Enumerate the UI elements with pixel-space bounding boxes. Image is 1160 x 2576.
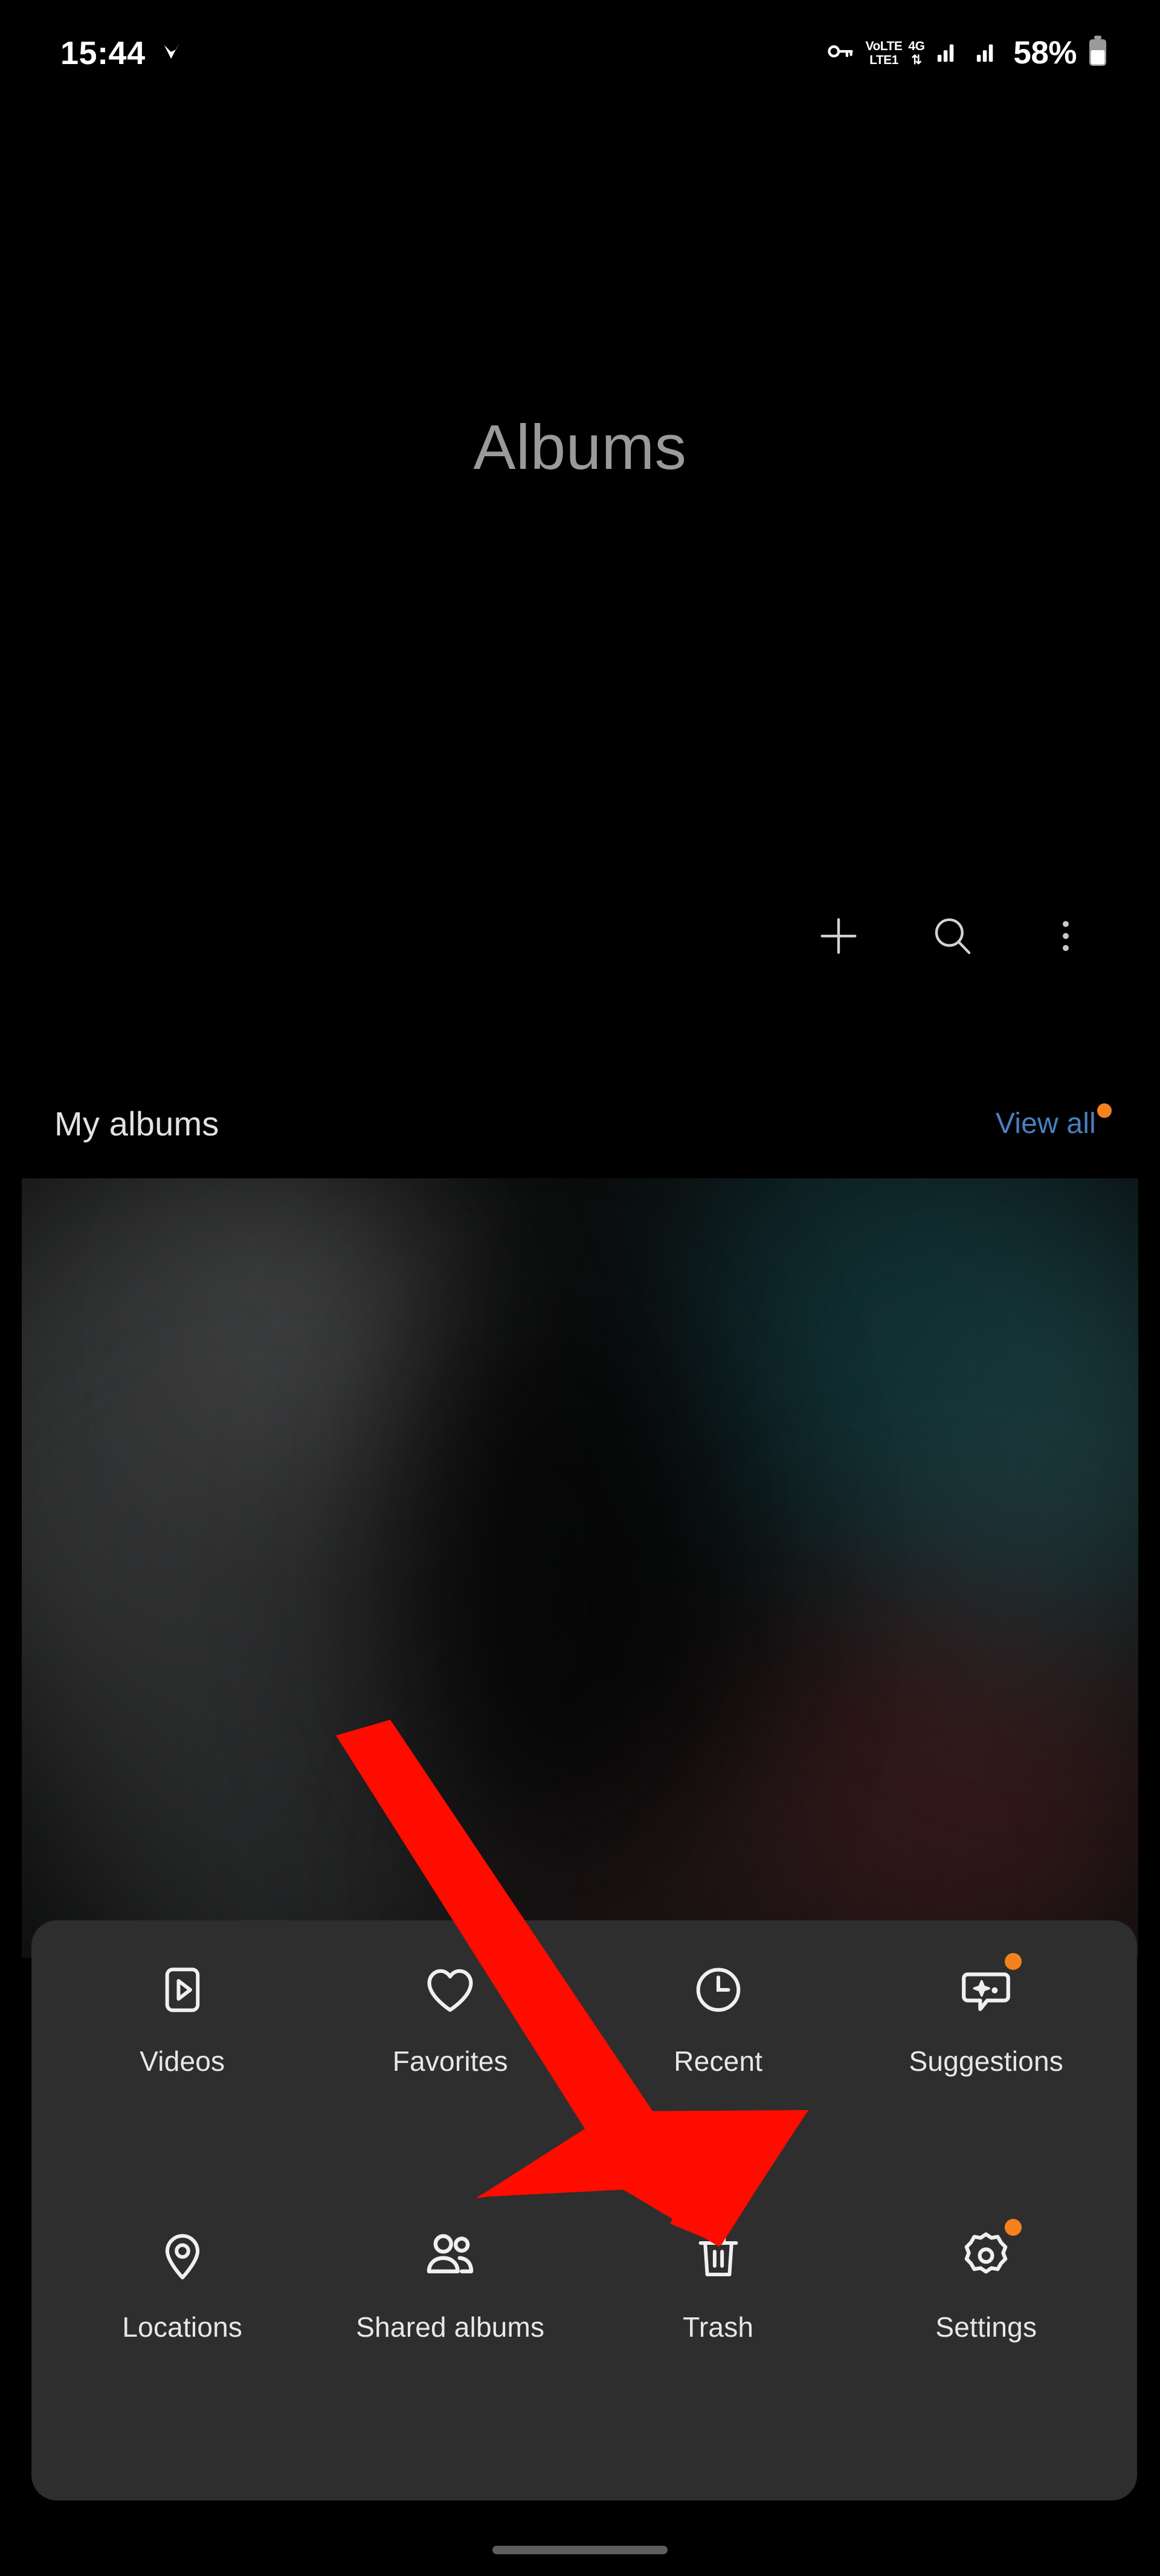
battery-icon: [1087, 34, 1109, 71]
heart-icon: [417, 1957, 483, 2023]
menu-item-label: Trash: [683, 2311, 754, 2343]
menu-item-label: Suggestions: [909, 2045, 1063, 2077]
preview-blob: [203, 1202, 457, 1456]
menu-item-favorites[interactable]: Favorites: [317, 1957, 585, 2223]
menu-item-settings[interactable]: Settings: [852, 2219, 1121, 2476]
home-gesture-pill[interactable]: [492, 2546, 668, 2554]
preview-blob: [396, 1275, 710, 1879]
menu-item-label: Videos: [140, 2045, 225, 2077]
gear-icon: [953, 2219, 1022, 2289]
status-bar-left: 15:44: [60, 37, 184, 69]
view-all-badge-dot: [1097, 1103, 1112, 1118]
toolbar: [811, 909, 1094, 965]
status-bar: 15:44 VoLTE LTE1 4G ⇅ 58%: [0, 0, 1160, 106]
people-icon: [417, 2223, 483, 2289]
network-type-label: 4G: [908, 39, 925, 53]
menu-item-label: Favorites: [392, 2045, 508, 2077]
volte-bottom-label: LTE1: [869, 53, 898, 67]
plus-icon: [813, 911, 864, 964]
map-pin-icon: [149, 2223, 216, 2289]
search-button[interactable]: [924, 909, 980, 965]
settings-badge-dot: [1005, 2219, 1022, 2236]
volte-indicator: VoLTE LTE1: [866, 40, 903, 66]
battery-percent-label: 58%: [1013, 35, 1077, 71]
menu-item-recent[interactable]: Recent: [584, 1957, 852, 2223]
menu-item-shared-albums[interactable]: Shared albums: [317, 2223, 585, 2476]
phone-screen: 15:44 VoLTE LTE1 4G ⇅ 58% Albums My albu…: [0, 0, 1160, 2576]
view-all-label: View all: [995, 1107, 1096, 1140]
three-dot-menu-icon: [1045, 915, 1087, 960]
signal-bars-icon: [974, 37, 1003, 68]
status-bar-right: VoLTE LTE1 4G ⇅ 58%: [824, 34, 1109, 71]
data-arrows-label: ⇅: [911, 53, 922, 67]
section-header: My albums View all: [0, 1089, 1160, 1157]
page-title: Albums: [473, 412, 687, 483]
menu-item-suggestions[interactable]: Suggestions: [852, 1953, 1121, 2223]
search-icon: [928, 912, 976, 963]
menu-item-videos[interactable]: Videos: [48, 1957, 317, 2223]
menu-item-label: Locations: [122, 2311, 243, 2343]
more-options-button[interactable]: [1038, 909, 1094, 965]
suggestion-bubble-icon: [953, 1953, 1022, 2023]
signal-bars-icon: [935, 37, 964, 68]
menu-item-label: Settings: [935, 2311, 1037, 2343]
trash-icon: [685, 2223, 752, 2289]
menu-grid: Videos Favorites Recent Suggestions Loca…: [31, 1920, 1137, 2500]
menu-item-trash[interactable]: Trash: [584, 2223, 852, 2476]
menu-item-locations[interactable]: Locations: [48, 2223, 317, 2476]
section-title: My albums: [54, 1104, 219, 1143]
clock-icon: [685, 1957, 752, 2023]
volte-top-label: VoLTE: [865, 39, 903, 53]
suggestions-badge-dot: [1005, 1953, 1022, 1970]
status-time: 15:44: [60, 34, 146, 71]
bottom-sheet-menu: Videos Favorites Recent Suggestions Loca…: [31, 1920, 1137, 2500]
menu-item-label: Recent: [674, 2045, 763, 2077]
album-thumbnail-preview[interactable]: [22, 1178, 1138, 1958]
add-album-button[interactable]: [811, 909, 866, 965]
network-indicators: VoLTE LTE1 4G ⇅: [866, 40, 925, 66]
video-play-icon: [149, 1957, 216, 2023]
network-type-indicator: 4G ⇅: [908, 39, 925, 67]
view-all-button[interactable]: View all: [995, 1103, 1112, 1140]
vpn-key-icon: [824, 36, 856, 70]
menu-item-label: Shared albums: [356, 2311, 545, 2343]
checkmark-icon: [159, 39, 184, 67]
